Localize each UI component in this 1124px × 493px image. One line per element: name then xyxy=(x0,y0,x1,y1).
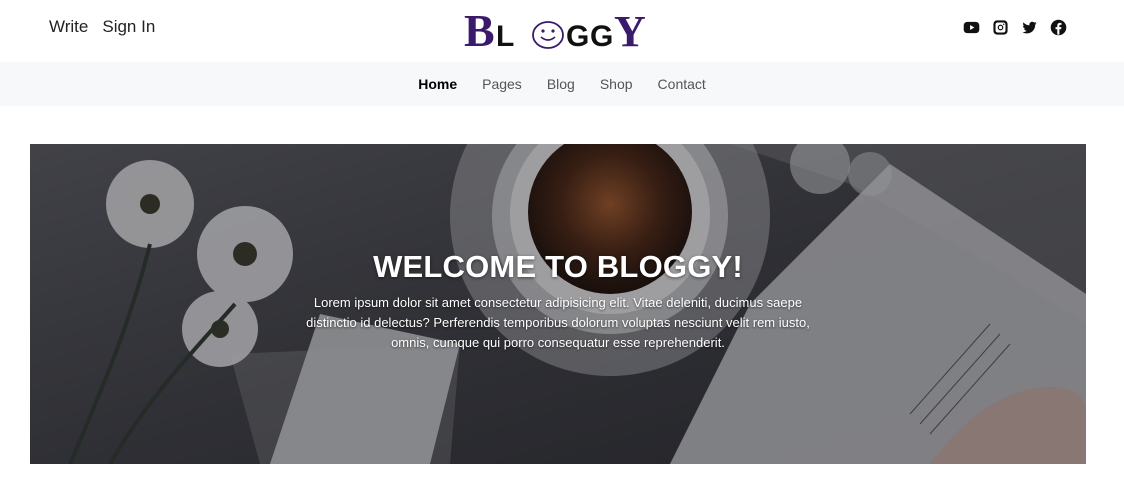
nav-pages[interactable]: Pages xyxy=(482,76,522,92)
hero-title: WELCOME TO BLOGGY! xyxy=(373,249,743,284)
youtube-icon[interactable] xyxy=(963,19,980,36)
svg-text:G: G xyxy=(566,20,589,52)
nav-shop[interactable]: Shop xyxy=(600,76,633,92)
hero-description: Lorem ipsum dolor sit amet consectetur a… xyxy=(306,295,810,350)
hero-banner: WELCOME TO BLOGGY! Lorem ipsum dolor sit… xyxy=(30,144,1086,464)
sign-in-link[interactable]: Sign In xyxy=(102,17,155,37)
header-links: Write Sign In xyxy=(49,17,155,37)
nav-home[interactable]: Home xyxy=(418,76,457,92)
nav-blog[interactable]: Blog xyxy=(547,76,575,92)
svg-text:G: G xyxy=(590,20,613,52)
svg-text:Y: Y xyxy=(614,7,646,52)
svg-text:L: L xyxy=(496,20,514,52)
logo-graphic: B L G G Y xyxy=(464,5,646,52)
hero-content: WELCOME TO BLOGGY! Lorem ipsum dolor sit… xyxy=(30,249,1086,353)
top-header: Write Sign In B L G G Y xyxy=(0,0,1124,62)
main-nav: Home Pages Blog Shop Contact xyxy=(0,62,1124,106)
bloggy-logo[interactable]: B L G G Y xyxy=(462,4,654,52)
write-link[interactable]: Write xyxy=(49,17,88,37)
facebook-icon[interactable] xyxy=(1050,19,1067,36)
instagram-icon[interactable] xyxy=(992,19,1009,36)
twitter-icon[interactable] xyxy=(1021,19,1038,36)
social-links xyxy=(963,19,1067,36)
svg-text:B: B xyxy=(464,5,495,52)
nav-contact[interactable]: Contact xyxy=(658,76,706,92)
